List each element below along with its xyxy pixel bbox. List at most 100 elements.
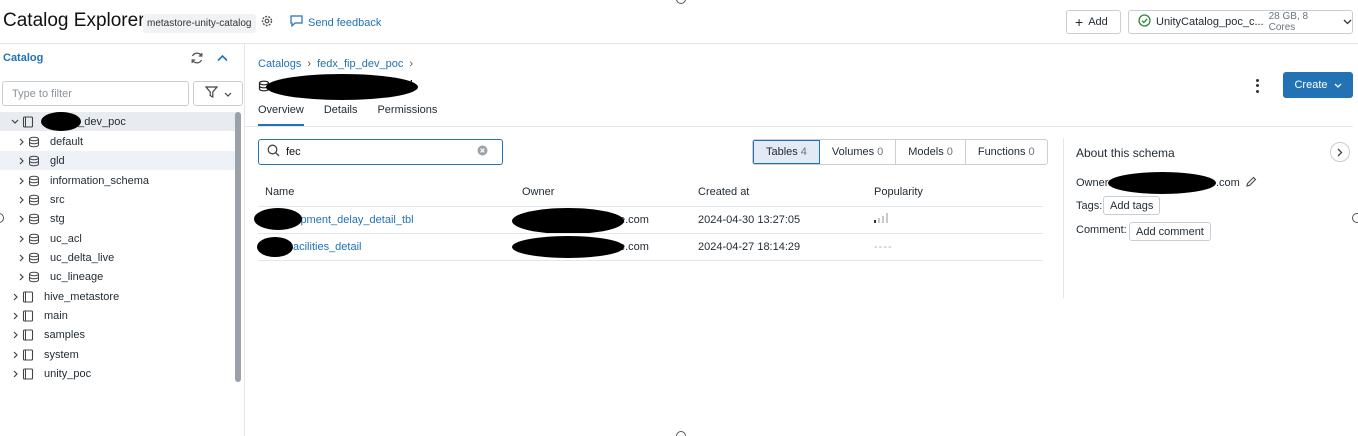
filter-functions[interactable]: Functions 0	[966, 140, 1047, 164]
filter-volumes-count: 0	[877, 146, 884, 158]
chevron-right-icon[interactable]	[14, 138, 28, 146]
tree-item-catalog-root[interactable]: p_dev_poc	[0, 112, 238, 131]
schema-icon	[28, 252, 44, 264]
asset-type-filter: Tables 4 Volumes 0 Models 0 Functions 0	[752, 139, 1048, 165]
table-search[interactable]	[258, 139, 503, 165]
sidebar-title: Catalog	[3, 52, 44, 64]
schema-icon	[28, 136, 44, 148]
filter-input[interactable]	[2, 81, 189, 106]
chevron-right-icon[interactable]	[8, 312, 22, 320]
column-header-created[interactable]: Created at	[698, 186, 749, 198]
breadcrumb-catalogs[interactable]: Catalogs	[258, 58, 301, 70]
tree-item-unity-poc[interactable]: unity_poc	[0, 364, 238, 383]
resize-handle-right[interactable]	[1352, 213, 1358, 223]
gear-icon[interactable]	[260, 14, 274, 28]
create-button[interactable]: Create	[1283, 72, 1353, 98]
redaction-mark	[512, 208, 624, 234]
tree-item-hive-metastore[interactable]: hive_metastore	[0, 287, 238, 306]
tree-item-gld[interactable]: gld	[0, 151, 238, 170]
cluster-meta: 28 GB, 8 Cores	[1268, 11, 1309, 33]
clear-icon[interactable]	[477, 145, 488, 159]
breadcrumb-catalog[interactable]: fedx_fip_dev_poc	[317, 58, 403, 70]
chevron-right-icon[interactable]	[14, 196, 28, 204]
chevron-right-icon[interactable]	[14, 177, 28, 185]
column-header-name[interactable]: Name	[265, 186, 294, 198]
tree-item-label: gld	[50, 154, 65, 167]
filter-functions-count: 0	[1028, 146, 1035, 158]
chevron-right-icon[interactable]	[8, 293, 22, 301]
filter-models-label: Models	[908, 146, 944, 158]
tree-item-uc-delta-live[interactable]: uc_delta_live	[0, 248, 238, 267]
owner-value-suffix: .com	[1216, 177, 1240, 189]
created-cell: 2024-04-30 13:27:05	[698, 214, 801, 226]
cluster-selector[interactable]: UnityCatalog_poc_c... 28 GB, 8 Cores	[1128, 10, 1353, 34]
tree-item-src[interactable]: src	[0, 190, 238, 209]
table-name-link[interactable]: acilities_detail	[293, 241, 361, 253]
top-bar: Catalog Explorer metastore-unity-catalog…	[0, 0, 1358, 44]
chevron-right-icon[interactable]	[14, 215, 28, 223]
chevron-right-icon[interactable]	[14, 273, 28, 281]
filter-button[interactable]	[193, 81, 243, 106]
filter-volumes[interactable]: Volumes 0	[820, 140, 897, 164]
tab-overview[interactable]: Overview	[258, 104, 304, 126]
catalog-icon	[22, 309, 38, 322]
chevron-right-icon[interactable]	[1330, 142, 1350, 162]
tree-item-system[interactable]: system	[0, 345, 238, 364]
plus-icon: +	[1075, 14, 1084, 30]
tree-item-main[interactable]: main	[0, 306, 238, 325]
tree-item-label: main	[44, 309, 68, 322]
more-options-icon[interactable]	[1250, 78, 1264, 94]
chevron-right-icon[interactable]	[8, 351, 22, 359]
column-header-popularity[interactable]: Popularity	[874, 186, 923, 198]
chevron-down-icon	[1343, 16, 1352, 28]
tree-item-default[interactable]: default	[0, 132, 238, 151]
add-comment-button[interactable]: Add comment	[1129, 222, 1211, 241]
chevron-right-icon[interactable]	[14, 157, 28, 165]
pencil-icon[interactable]	[1245, 176, 1257, 191]
redaction-mark	[254, 208, 302, 230]
tree-item-label: system	[44, 348, 79, 361]
column-header-owner[interactable]: Owner	[522, 186, 554, 198]
catalog-sidebar: Catalog p_dev_poc default gld informatio…	[0, 44, 245, 436]
chevron-right-icon[interactable]	[14, 254, 28, 262]
add-button-label: Add	[1088, 16, 1108, 28]
create-button-label: Create	[1294, 79, 1328, 91]
redaction-mark	[512, 236, 624, 258]
tab-details[interactable]: Details	[324, 104, 358, 126]
tags-label: Tags:	[1076, 200, 1103, 212]
tree-item-label: unity_poc	[44, 367, 92, 380]
redaction-mark	[41, 112, 81, 131]
tree-item-stg[interactable]: stg	[0, 209, 238, 228]
table-name-link[interactable]: ipment_delay_detail_tbl	[298, 214, 414, 226]
comment-label: Comment:	[1076, 224, 1127, 236]
send-feedback-link[interactable]: Send feedback	[290, 15, 381, 30]
tree-item-uc-lineage[interactable]: uc_lineage	[0, 267, 238, 286]
catalog-icon	[22, 328, 38, 341]
chevron-right-icon[interactable]	[14, 235, 28, 243]
tree-item-label: uc_lineage	[50, 270, 104, 283]
chevron-down-icon[interactable]	[8, 119, 22, 124]
tree-item-label: uc_delta_live	[50, 251, 115, 264]
filter-models[interactable]: Models 0	[896, 140, 966, 164]
search-input[interactable]	[286, 146, 471, 158]
tree-item-label: hive_metastore	[44, 290, 120, 303]
collapse-up-icon[interactable]	[217, 53, 228, 65]
add-tags-button[interactable]: Add tags	[1103, 196, 1161, 215]
sidebar-scrollbar[interactable]	[235, 112, 241, 382]
check-circle-icon	[1138, 14, 1151, 30]
chevron-right-icon[interactable]	[8, 370, 22, 378]
redaction-mark	[1108, 172, 1216, 194]
tab-permissions[interactable]: Permissions	[377, 104, 437, 126]
tree-item-uc-acl[interactable]: uc_acl	[0, 229, 238, 248]
refresh-icon[interactable]	[190, 51, 204, 68]
tree-item-samples[interactable]: samples	[0, 325, 238, 344]
tree-item-information-schema[interactable]: information_schema	[0, 171, 238, 190]
add-button[interactable]: + Add	[1066, 10, 1121, 34]
chevron-right-icon[interactable]	[8, 331, 22, 339]
right-panel-divider	[1063, 138, 1064, 298]
filter-tables[interactable]: Tables 4	[753, 140, 820, 164]
catalog-icon	[22, 115, 38, 128]
resize-handle-bottom[interactable]	[676, 431, 686, 436]
schema-icon	[28, 175, 44, 187]
schema-icon	[28, 155, 44, 167]
